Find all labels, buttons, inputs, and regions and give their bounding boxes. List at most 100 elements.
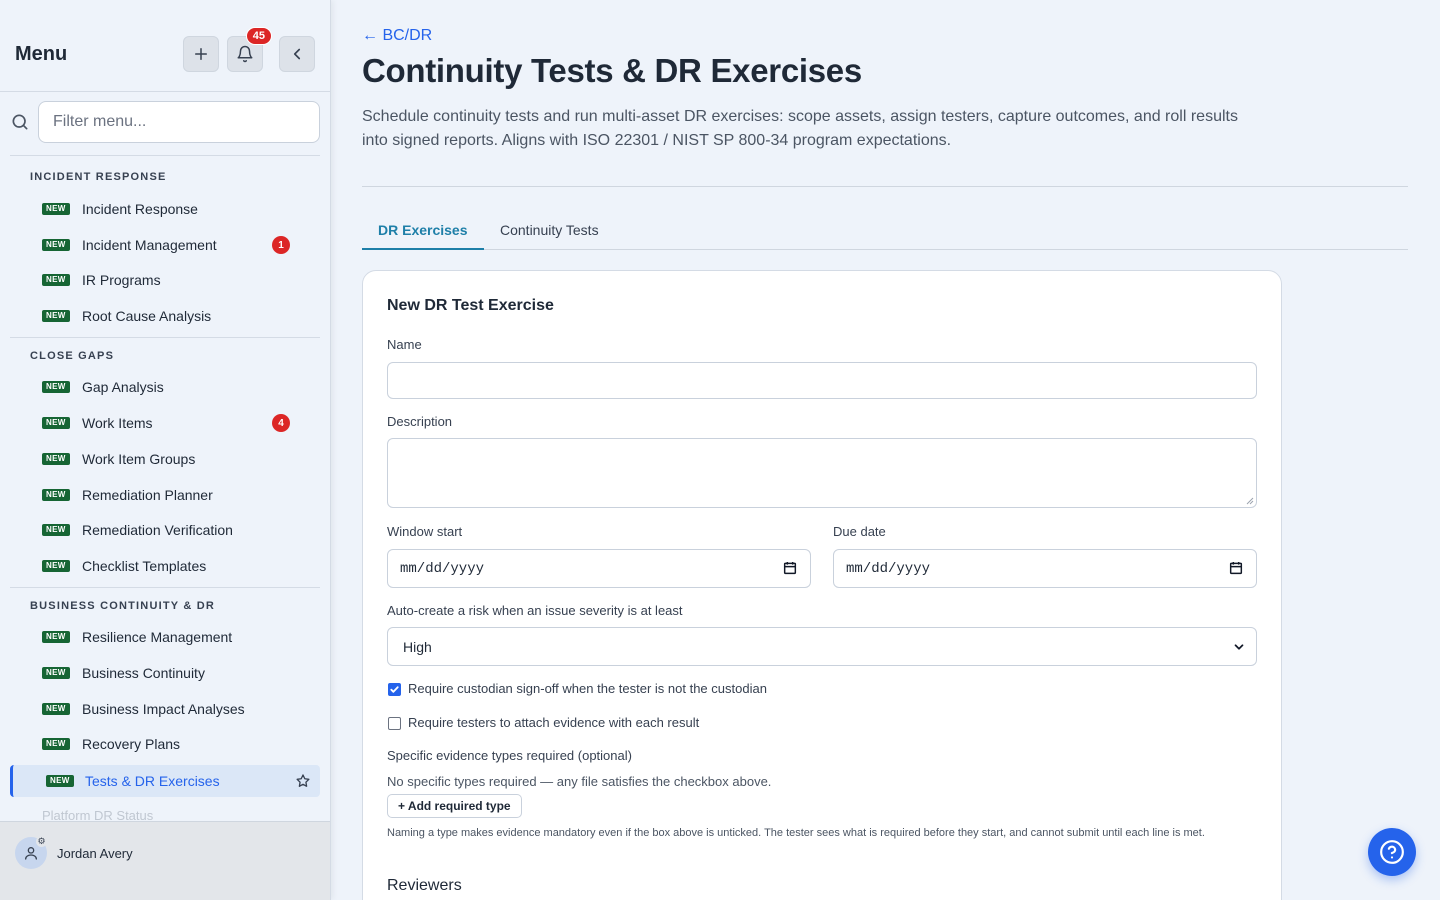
new-tag: NEW: [42, 524, 70, 536]
new-tag: NEW: [42, 310, 70, 322]
sidebar-item-work-items[interactable]: NEW Work Items 4: [10, 407, 320, 439]
help-button[interactable]: [1368, 828, 1416, 876]
resize-handle-icon[interactable]: [1246, 497, 1254, 505]
sidebar-item-incident-response[interactable]: NEW Incident Response: [10, 193, 320, 225]
severity-select[interactable]: High: [387, 627, 1257, 666]
user-icon: [25, 847, 37, 860]
divider: [362, 186, 1408, 187]
sidebar-item-label: IR Programs: [82, 272, 161, 288]
new-tag: NEW: [42, 203, 70, 215]
chevron-down-icon: [1234, 644, 1244, 650]
form-title: New DR Test Exercise: [387, 297, 554, 314]
sidebar-item-label: Gap Analysis: [82, 379, 164, 395]
window-start-input[interactable]: mm/dd/yyyy: [387, 549, 811, 588]
divider: [10, 155, 320, 156]
sidebar-item-label: Recovery Plans: [82, 736, 181, 752]
collapse-sidebar-button[interactable]: [279, 36, 315, 72]
sidebar-item-ir-programs[interactable]: NEW IR Programs: [10, 264, 320, 296]
main-content: ← BC/DR Continuity Tests & DR Exercises …: [331, 0, 1440, 900]
evidence-hint: Naming a type makes evidence mandatory e…: [387, 827, 1205, 839]
page-title: Continuity Tests & DR Exercises: [362, 52, 862, 89]
new-tag: NEW: [42, 453, 70, 465]
sidebar-nav: INCIDENT RESPONSE NEW Incident Response …: [0, 158, 330, 821]
sidebar: Menu 45 INCIDENT RESPONSE NEW Incident R…: [0, 0, 331, 900]
custodian-signoff-checkbox[interactable]: [388, 683, 401, 696]
tabs: DR Exercises Continuity Tests: [362, 212, 1408, 250]
sidebar-item-label: Incident Response: [82, 201, 198, 217]
page-description: Schedule continuity tests and run multi-…: [362, 108, 1238, 149]
sidebar-item-work-item-groups[interactable]: NEW Work Item Groups: [10, 443, 320, 475]
divider: [10, 337, 320, 338]
sidebar-item-business-impact-analyses[interactable]: NEW Business Impact Analyses: [10, 693, 320, 725]
sidebar-item-root-cause-analysis[interactable]: NEW Root Cause Analysis: [10, 300, 320, 332]
chevron-left-icon: [293, 48, 301, 60]
window-start-value: mm/dd/yyyy: [400, 560, 485, 577]
sidebar-item-label: Remediation Planner: [82, 487, 213, 503]
help-icon: [1380, 840, 1404, 864]
new-tag: NEW: [42, 417, 70, 429]
sidebar-item-resilience-management[interactable]: NEW Resilience Management: [10, 621, 320, 653]
user-footer[interactable]: ⚙ Jordan Avery: [0, 821, 330, 900]
calendar-icon[interactable]: [782, 560, 798, 576]
sidebar-item-label: Root Cause Analysis: [82, 308, 212, 324]
sidebar-item-label: Business Impact Analyses: [82, 701, 245, 717]
new-tag: NEW: [42, 381, 70, 393]
severity-value: High: [403, 638, 432, 655]
new-tag: NEW: [42, 560, 70, 572]
due-date-label: Due date: [833, 524, 886, 539]
sidebar-item-label: Business Continuity: [82, 665, 205, 681]
tab-dr-exercises[interactable]: DR Exercises: [362, 212, 484, 250]
name-label: Name: [387, 337, 422, 352]
sidebar-item-label: Work Item Groups: [82, 451, 196, 467]
sidebar-item-label: Remediation Verification: [82, 522, 233, 538]
name-input[interactable]: [387, 362, 1257, 399]
evidence-types-empty: No specific types required — any file sa…: [387, 774, 772, 789]
sidebar-title: Menu: [15, 43, 68, 65]
sidebar-item-incident-management[interactable]: NEW Incident Management 1: [10, 229, 320, 261]
star-icon[interactable]: [295, 773, 311, 789]
new-tag: NEW: [42, 703, 70, 715]
sidebar-item-checklist-templates[interactable]: NEW Checklist Templates: [10, 550, 320, 582]
divider: [10, 587, 320, 588]
sidebar-item-platform-dr-status[interactable]: Platform DR Status: [42, 808, 153, 821]
evidence-checkbox[interactable]: [388, 717, 401, 730]
new-tag: NEW: [42, 738, 70, 750]
new-tag: NEW: [46, 775, 74, 787]
count-badge: 1: [272, 236, 290, 254]
sidebar-item-business-continuity[interactable]: NEW Business Continuity: [10, 657, 320, 689]
gear-icon: ⚙: [36, 836, 47, 847]
calendar-icon[interactable]: [1228, 560, 1244, 576]
sidebar-item-recovery-plans[interactable]: NEW Recovery Plans: [10, 728, 320, 760]
evidence-types-label: Specific evidence types required (option…: [387, 748, 632, 763]
sidebar-header: Menu 45: [0, 0, 330, 92]
add-button[interactable]: [183, 36, 219, 72]
add-required-type-button[interactable]: + Add required type: [387, 794, 522, 818]
new-tag: NEW: [42, 489, 70, 501]
sidebar-item-label: Resilience Management: [82, 629, 233, 645]
due-date-input[interactable]: mm/dd/yyyy: [833, 549, 1257, 588]
notifications-button[interactable]: 45: [227, 27, 272, 72]
sidebar-item-remediation-verification[interactable]: NEW Remediation Verification: [10, 514, 320, 546]
filter-menu-input[interactable]: [38, 101, 320, 143]
check-icon: [390, 686, 399, 693]
user-name: Jordan Avery: [57, 846, 133, 861]
tab-continuity-tests[interactable]: Continuity Tests: [484, 212, 615, 250]
section-title-close-gaps: CLOSE GAPS: [30, 350, 115, 362]
sidebar-item-gap-analysis[interactable]: NEW Gap Analysis: [10, 371, 320, 403]
description-textarea[interactable]: [387, 438, 1257, 508]
sidebar-item-label: Checklist Templates: [82, 558, 207, 574]
back-link[interactable]: ← BC/DR: [362, 27, 432, 45]
reviewers-heading: Reviewers: [387, 877, 462, 894]
new-tag: NEW: [42, 631, 70, 643]
window-start-label: Window start: [387, 524, 463, 539]
bell-icon: [237, 45, 253, 63]
section-title-business-continuity-dr: BUSINESS CONTINUITY & DR: [30, 600, 216, 612]
sidebar-item-remediation-planner[interactable]: NEW Remediation Planner: [10, 479, 320, 511]
sidebar-item-label: Incident Management: [82, 237, 217, 253]
new-tag: NEW: [42, 667, 70, 679]
new-tag: NEW: [42, 274, 70, 286]
evidence-label: Require testers to attach evidence with …: [408, 715, 700, 730]
severity-label: Auto-create a risk when an issue severit…: [387, 603, 683, 618]
sidebar-item-tests-dr-exercises[interactable]: NEW Tests & DR Exercises: [10, 765, 320, 797]
due-date-value: mm/dd/yyyy: [846, 560, 931, 577]
